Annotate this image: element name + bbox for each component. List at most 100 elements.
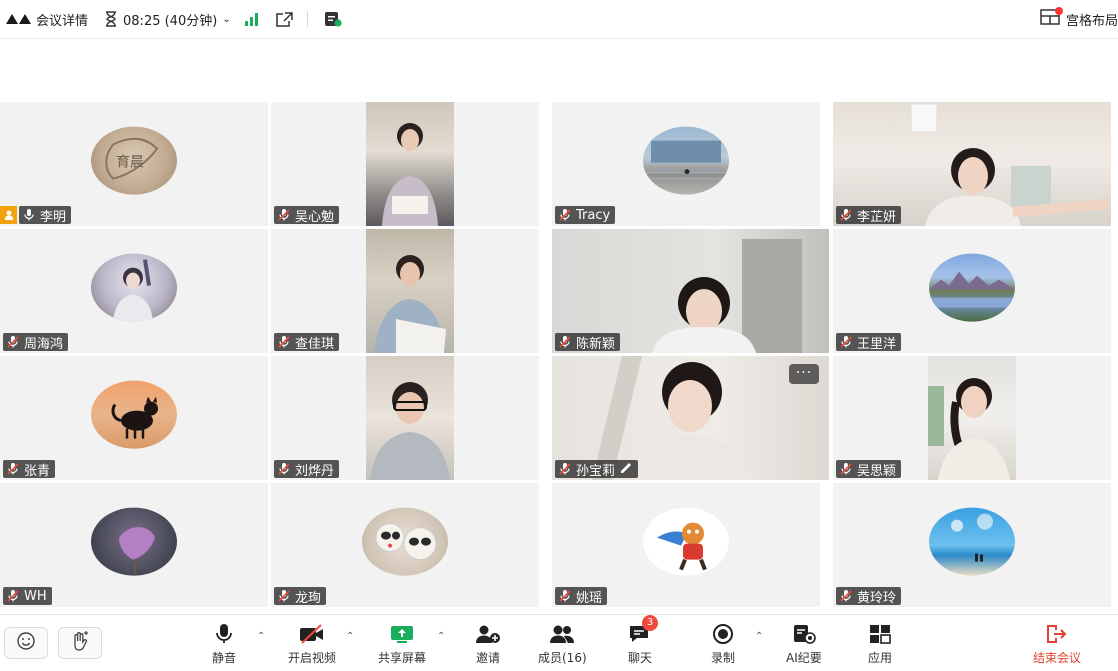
participant-name: 查佳琪 — [295, 336, 335, 352]
toolbar-divider — [306, 11, 308, 27]
record-options-chevron-icon[interactable]: ⌃ — [755, 631, 763, 642]
microphone-muted-icon — [839, 589, 853, 603]
avatar — [91, 507, 177, 576]
participant-name: 陈新颖 — [576, 336, 616, 352]
participant-tile[interactable]: 王里洋 — [833, 229, 1111, 353]
invite-button[interactable]: 邀请 — [475, 623, 501, 666]
participant-nametag: 陈新颖 — [555, 333, 621, 352]
notification-dot — [1054, 7, 1063, 15]
participant-tile[interactable]: 陈新颖 — [552, 229, 829, 353]
start-video-button[interactable]: 开启视频 — [288, 623, 336, 666]
raise-hand-button[interactable] — [58, 627, 102, 659]
chat-button[interactable]: 3 聊天 — [628, 615, 658, 666]
microphone-muted-icon — [277, 335, 291, 349]
participant-name: 姚瑶 — [576, 590, 603, 606]
app-logo-icon — [6, 14, 31, 24]
microphone-muted-icon — [839, 208, 853, 222]
video-options-chevron-icon[interactable]: ⌃ — [346, 631, 354, 642]
participant-tile[interactable]: ··· 孙宝莉 — [552, 356, 829, 480]
chevron-down-icon: ⌄ — [222, 13, 231, 25]
participant-video — [928, 356, 1016, 480]
record-icon — [712, 623, 734, 645]
apps-button[interactable]: 应用 — [868, 623, 892, 666]
meeting-details-button[interactable]: 会议详情 — [6, 10, 88, 29]
participant-name: 李明 — [40, 209, 67, 225]
mute-button[interactable]: 静音 — [212, 623, 236, 666]
participant-name: 李芷妍 — [857, 209, 897, 225]
microphone-muted-icon — [6, 335, 20, 349]
network-signal-button[interactable] — [244, 12, 258, 26]
signal-strength-icon — [244, 12, 258, 26]
top-bar: 会议详情 08:25 (40分钟) ⌄ 宫格布局 — [0, 0, 1118, 39]
end-meeting-button[interactable]: 结束会议 — [1033, 623, 1081, 666]
participant-tile[interactable]: 张青 — [0, 356, 268, 480]
layout-switch-button[interactable]: 宫格布局 — [1040, 0, 1118, 38]
host-icon — [0, 206, 17, 224]
participant-nametag: 张青 — [3, 460, 56, 479]
meeting-toolbar: 静音 ⌃ 开启视频 ⌃ 共享屏幕 ⌃ 邀请 成员(16) 3 聊天 录制 ⌃ A… — [0, 614, 1118, 671]
members-button[interactable]: 成员(16) — [538, 623, 587, 666]
microphone-icon — [215, 623, 233, 645]
avatar — [643, 126, 729, 195]
share-options-chevron-icon[interactable]: ⌃ — [437, 631, 445, 642]
share-screen-button[interactable]: 共享屏幕 — [378, 623, 426, 666]
participant-tile[interactable]: 李芷妍 — [833, 102, 1111, 226]
chat-unread-badge: 3 — [642, 615, 658, 631]
microphone-muted-icon — [277, 589, 291, 603]
add-user-icon — [475, 623, 501, 645]
participant-nametag: 黄玲玲 — [836, 587, 902, 606]
participant-tile[interactable]: 龙珣 — [271, 483, 539, 607]
participant-tile[interactable]: 吴心勉 — [271, 102, 539, 226]
participant-name: 张青 — [24, 463, 51, 479]
participant-tile[interactable]: 刘烨丹 — [271, 356, 539, 480]
exit-icon — [1045, 623, 1069, 645]
avatar — [929, 507, 1015, 576]
participant-video — [366, 229, 454, 353]
layout-label: 宫格布局 — [1065, 13, 1118, 29]
avatar: 育晨 — [91, 126, 177, 195]
participant-nametag: WH — [3, 587, 52, 605]
raise-hand-icon — [69, 630, 91, 656]
participant-name: 吴思颖 — [857, 463, 897, 479]
members-icon — [548, 623, 576, 645]
microphone-muted-icon — [277, 208, 291, 222]
avatar — [362, 507, 448, 576]
apps-label: 应用 — [868, 651, 893, 665]
tile-more-button[interactable]: ··· — [789, 364, 819, 384]
participant-nametag: 吴思颖 — [836, 460, 902, 479]
record-button[interactable]: 录制 — [711, 623, 735, 666]
participant-tile[interactable]: Tracy — [552, 102, 820, 226]
participant-tile[interactable]: 周海鸿 — [0, 229, 268, 353]
end-meeting-label: 结束会议 — [1033, 651, 1082, 665]
apps-grid-icon — [869, 623, 891, 645]
participant-tile[interactable]: WH — [0, 483, 268, 607]
record-label: 录制 — [711, 651, 736, 665]
participant-nametag: Tracy — [555, 206, 616, 224]
mute-options-chevron-icon[interactable]: ⌃ — [257, 631, 265, 642]
participant-tile[interactable]: 黄玲玲 — [833, 483, 1111, 607]
meeting-duration: 08:25 (40分钟) — [123, 13, 218, 29]
meeting-notes-button[interactable] — [324, 11, 342, 27]
smiley-icon — [16, 631, 36, 655]
participant-name: Tracy — [576, 207, 611, 223]
chat-label: 聊天 — [628, 651, 653, 665]
grid-layout-icon — [1040, 7, 1063, 29]
participant-nametag: 李明 — [19, 206, 72, 225]
participant-name: 王里洋 — [857, 336, 897, 352]
start-video-label: 开启视频 — [288, 651, 337, 665]
participant-tile[interactable]: 姚瑶 — [552, 483, 820, 607]
participant-video — [366, 356, 454, 480]
participant-nametag: 龙珣 — [274, 587, 327, 606]
duration-button[interactable]: 08:25 (40分钟) ⌄ — [104, 10, 231, 29]
microphone-muted-icon — [558, 208, 572, 222]
microphone-muted-icon — [277, 462, 291, 476]
participant-tile[interactable]: 育晨 李明 — [0, 102, 268, 226]
participant-tile[interactable]: 查佳琪 — [271, 229, 539, 353]
microphone-muted-icon — [839, 335, 853, 349]
reaction-button[interactable] — [4, 627, 48, 659]
pop-out-button[interactable] — [275, 11, 293, 27]
participant-nametag: 周海鸿 — [3, 333, 69, 352]
ai-notes-button[interactable]: AI纪要 — [786, 623, 822, 666]
microphone-muted-icon — [558, 462, 572, 476]
participant-tile[interactable]: 吴思颖 — [833, 356, 1111, 480]
